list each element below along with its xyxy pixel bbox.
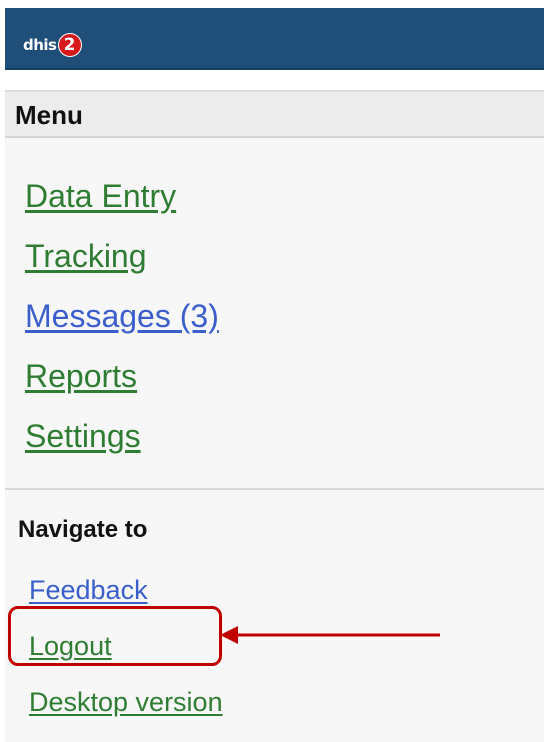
logo-badge: 2 [57,33,82,57]
mobile-page: dhis 2 Menu Data Entry Tracking Messages… [0,0,544,742]
nav-link-desktop-version[interactable]: Desktop version [29,674,223,730]
menu-link-tracking[interactable]: Tracking [25,226,219,286]
logo-text: dhis [23,36,57,54]
menu-link-messages[interactable]: Messages (3) [25,286,219,346]
header-bar: dhis 2 [5,8,544,70]
arrow-head [220,626,238,644]
menu-link-settings[interactable]: Settings [25,406,219,466]
menu-title-bar: Menu [5,90,544,138]
menu-title: Menu [15,100,83,130]
menu-links: Data Entry Tracking Messages (3) Reports… [25,166,219,466]
pointer-arrow-icon [220,626,440,644]
menu-link-data-entry[interactable]: Data Entry [25,166,219,226]
dhis2-logo[interactable]: dhis 2 [23,32,82,58]
navigate-title: Navigate to [18,516,148,543]
menu-section: Menu Data Entry Tracking Messages (3) Re… [5,90,544,490]
logout-highlight-box [8,606,222,666]
menu-link-reports[interactable]: Reports [25,346,219,406]
